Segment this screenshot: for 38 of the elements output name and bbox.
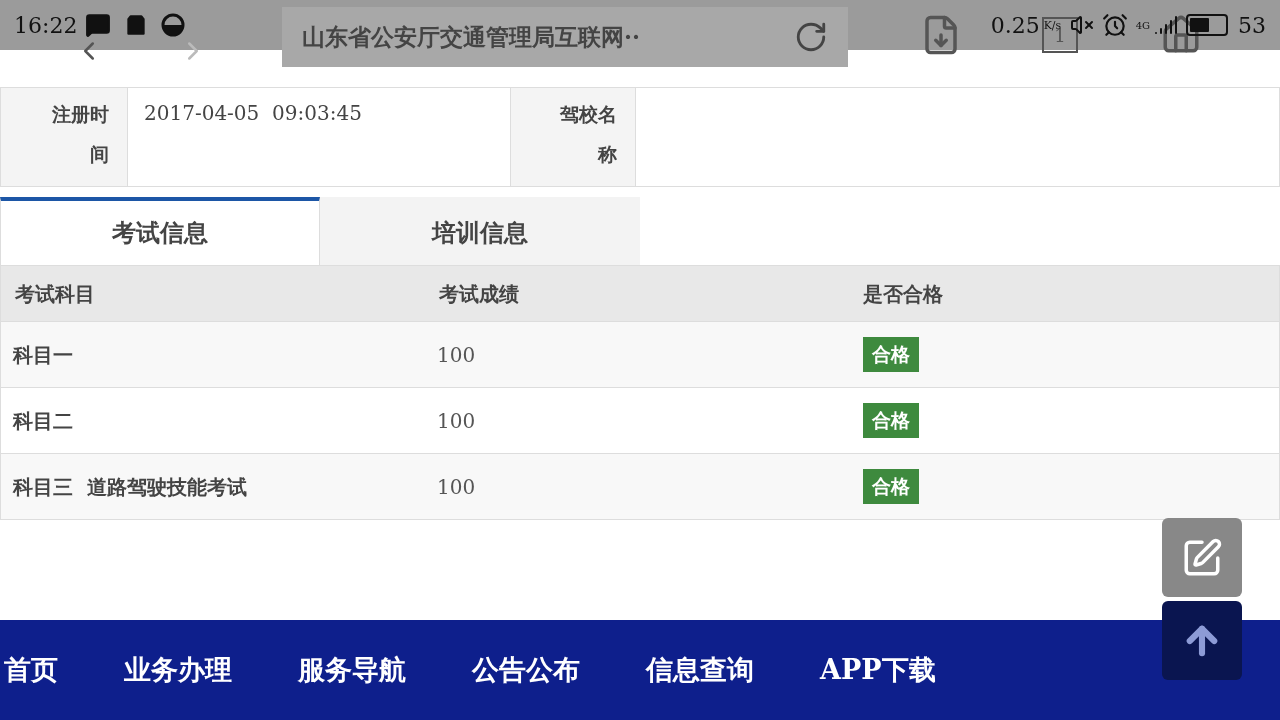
pass-badge: 合格 [863,469,919,504]
pass-badge: 合格 [863,337,919,372]
nav-link[interactable]: 公告公布 [472,649,580,691]
clock-time: 16:22 [14,11,78,40]
table-cell-text: 100 [436,407,477,435]
column-header: 考试科目 [14,280,96,308]
edit-button[interactable] [1162,518,1242,597]
table-cell-text: 100 [436,341,477,369]
network-type: 4G [1135,20,1150,31]
nav-link[interactable]: 首页 [4,649,58,691]
mute-icon [1069,13,1094,37]
nav-link[interactable]: 信息查询 [646,649,754,691]
tab[interactable]: 培训信息 [320,197,640,265]
column-header: 是否合格 [862,280,943,308]
page-title: 山东省公安厅交通管理局互联网·· [302,21,640,52]
address-bar[interactable]: 山东省公安厅交通管理局互联网·· [282,7,848,67]
detail-value: 2017-04-05 09:03:45 [144,101,362,125]
message-icon [85,12,112,38]
network-speed: 0.25 [990,11,1040,40]
half-circle-icon [161,13,186,37]
column-header: 考试成绩 [438,280,520,308]
battery-icon [1186,14,1228,36]
battery-percent: 53 [1238,11,1266,40]
nav-link[interactable]: 业务办理 [124,649,232,691]
home-icon[interactable] [1160,14,1202,56]
tab[interactable]: 考试信息 [0,197,320,265]
nav-link[interactable]: APP下载 [820,649,936,691]
detail-label: 驾校名称 [559,102,617,167]
alarm-icon [1101,12,1128,38]
scroll-top-button[interactable] [1162,601,1242,680]
table-cell-text: 科目二 [11,407,74,435]
refresh-icon[interactable] [794,20,828,54]
pass-badge: 合格 [863,403,919,438]
detail-label: 注册时间 [51,102,109,167]
table-cell-text: 科目一 [11,341,74,369]
nav-link[interactable]: 服务导航 [298,649,406,691]
table-cell-text: 100 [436,473,477,501]
table-cell-text: 科目三 道路驾驶技能考试 [11,473,248,501]
